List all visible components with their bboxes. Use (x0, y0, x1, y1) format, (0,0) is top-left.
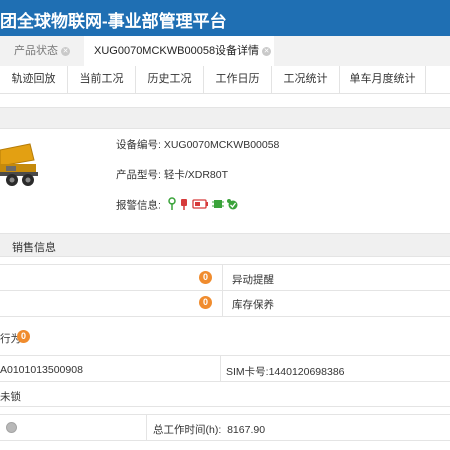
total-hours-row: 总工作时间(h): 8167.90 (153, 422, 265, 437)
tab-label: 产品状态 (14, 45, 58, 57)
alarm-info-row: 报警信息: (116, 197, 242, 214)
divider (0, 406, 450, 407)
signal-icon (168, 197, 176, 210)
battery-icon (192, 199, 208, 209)
lock-status-value: 未锁 (0, 391, 21, 403)
divider (0, 440, 450, 441)
product-model-label: 产品型号: (116, 169, 161, 181)
inventory-count-badge[interactable]: 0 (199, 296, 212, 309)
sales-section-bar: 销售信息 (0, 233, 450, 257)
detail-sub-tabs: 轨迹回放 当前工况 历史工况 工作日历 工况统计 单车月度统计 (0, 66, 450, 94)
tab-product-status[interactable]: 产品状态 ✕ (14, 36, 78, 66)
anomaly-reminder-label: 异动提醒 (232, 274, 274, 286)
total-hours-label: 总工作时间(h): (153, 424, 222, 436)
tab-monthly-stats[interactable]: 单车月度统计 (340, 66, 426, 93)
tab-work-calendar[interactable]: 工作日历 (204, 66, 272, 93)
chip-icon (211, 200, 224, 208)
tab-history-condition[interactable]: 历史工况 (136, 66, 204, 93)
truck-image (0, 143, 38, 186)
page-tab-bar: 产品状态 ✕ XUG0070MCKWB00058设备详情 ✕ (0, 36, 450, 67)
device-id-label: 设备编号: (116, 139, 161, 151)
divider (146, 414, 147, 440)
terminal-id-value: A0101013500908 (0, 364, 83, 376)
close-icon[interactable]: ✕ (61, 46, 70, 56)
app-title: 团全球物联网-事业部管理平台 (0, 12, 227, 31)
status-check-icon (226, 199, 238, 210)
tab-current-condition[interactable]: 当前工况 (68, 66, 136, 93)
alarm-icons (166, 197, 242, 214)
close-icon[interactable]: ✕ (262, 46, 272, 56)
status-dot-icon (6, 422, 17, 433)
product-model-value: 轻卡/XDR80T (163, 169, 229, 181)
inventory-maintenance-label: 库存保养 (232, 299, 274, 311)
total-hours-value: 8167.90 (227, 424, 266, 436)
device-section-bar (0, 107, 450, 129)
anomaly-count-badge[interactable]: 0 (199, 271, 212, 284)
product-model-row: 产品型号: 轻卡/XDR80T (116, 167, 228, 182)
device-id-row: 设备编号: XUG0070MCKWB00058 (116, 137, 279, 152)
sales-section-title: 销售信息 (12, 242, 56, 254)
tab-condition-stats[interactable]: 工况统计 (272, 66, 340, 93)
tab-device-detail[interactable]: XUG0070MCKWB00058设备详情 ✕ (84, 36, 274, 66)
behavior-count-badge[interactable]: 0 (17, 330, 30, 343)
sim-label: SIM卡号: (226, 366, 269, 378)
tab-track-playback[interactable]: 轨迹回放 (0, 66, 68, 93)
divider (0, 290, 450, 291)
divider (0, 414, 450, 415)
alarm-info-label: 报警信息: (116, 199, 161, 212)
sim-row: SIM卡号:1440120698386 (226, 364, 345, 379)
tab-label: XUG0070MCKWB00058设备详情 (94, 45, 260, 57)
device-id-value: XUG0070MCKWB00058 (163, 139, 280, 151)
sim-value: 1440120698386 (268, 366, 345, 378)
divider (0, 316, 450, 317)
app-header: 团全球物联网-事业部管理平台 (0, 0, 450, 36)
divider (0, 264, 450, 265)
divider (220, 355, 221, 381)
power-plug-icon (180, 199, 187, 210)
divider (0, 381, 450, 382)
divider (0, 355, 450, 356)
